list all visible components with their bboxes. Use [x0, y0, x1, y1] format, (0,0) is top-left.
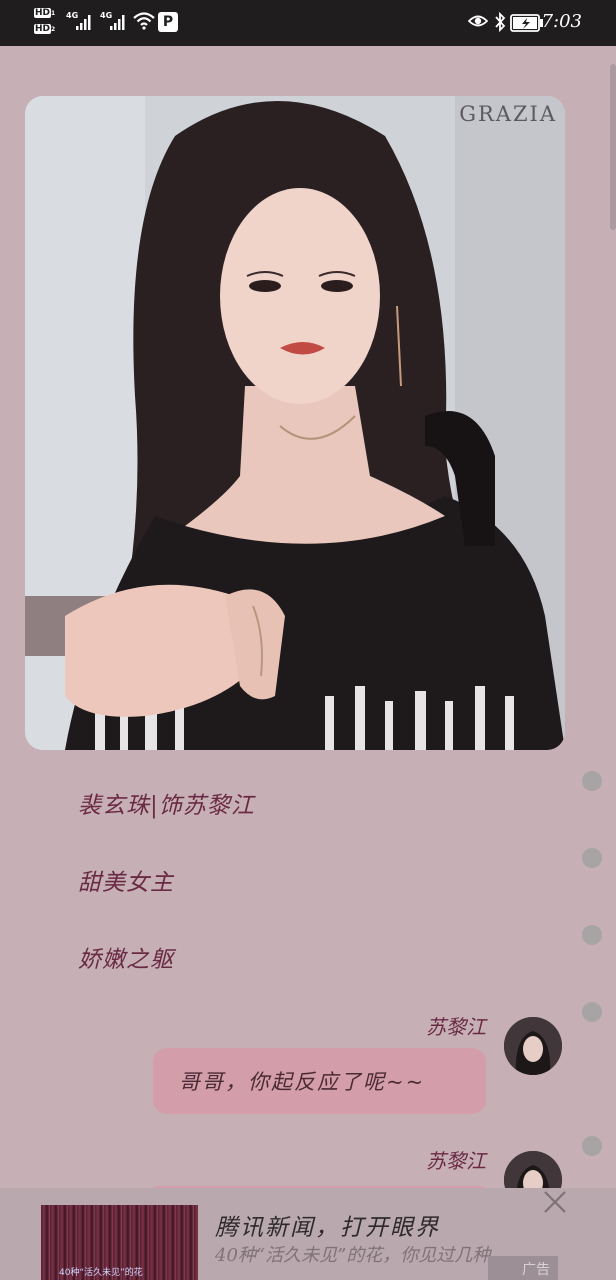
wifi-icon: [133, 12, 155, 30]
character-name-line: 裴玄珠|饰苏黎江: [78, 793, 255, 819]
side-dot[interactable]: [582, 925, 602, 945]
ad-thumbnail-caption: 40种“活久未见”的花: [59, 1268, 143, 1278]
sim2-hd-icon: HD2: [34, 24, 56, 34]
character-trait-line: 娇嫩之躯: [78, 947, 174, 973]
side-dot[interactable]: [582, 1002, 602, 1022]
clock-time: 7:03: [541, 11, 582, 32]
bluetooth-icon: [495, 11, 506, 33]
eye-icon: [468, 15, 488, 27]
ad-title[interactable]: 腾讯新闻，打开眼界: [215, 1208, 440, 1242]
side-dot[interactable]: [582, 771, 602, 791]
message-speaker: 苏黎江: [426, 1015, 486, 1039]
close-icon[interactable]: [542, 1189, 568, 1215]
page-scrollbar[interactable]: [610, 64, 616, 230]
signal-icon: 4G: [66, 11, 96, 33]
avatar-icon: [504, 1017, 562, 1075]
sim-indicators: HD1 HD2: [34, 7, 64, 39]
side-dot[interactable]: [582, 1136, 602, 1156]
status-bar: HD1 HD2 4G 4G P 7:03: [0, 0, 616, 46]
battery-charging-icon: [510, 14, 543, 32]
portrait-illustration: [25, 96, 565, 750]
message-speaker: 苏黎江: [426, 1149, 486, 1173]
signal-icon: 4G: [100, 11, 130, 33]
parking-app-icon: P: [158, 12, 178, 32]
ad-thumbnail[interactable]: 40种“活久未见”的花: [41, 1205, 198, 1280]
side-dot[interactable]: [582, 848, 602, 868]
magazine-brand-text: GRAZIA: [459, 102, 557, 126]
ad-label-badge: 广告: [488, 1256, 558, 1280]
avatar[interactable]: [504, 1017, 562, 1075]
character-photo: GRAZIA: [25, 96, 565, 750]
character-role-line: 甜美女主: [78, 870, 174, 896]
message-bubble[interactable]: 哥哥，你起反应了呢~~: [153, 1048, 486, 1114]
sim1-hd-icon: HD1: [34, 8, 56, 18]
ad-description[interactable]: 40种“活久未见”的花，你见过几种: [215, 1243, 535, 1280]
